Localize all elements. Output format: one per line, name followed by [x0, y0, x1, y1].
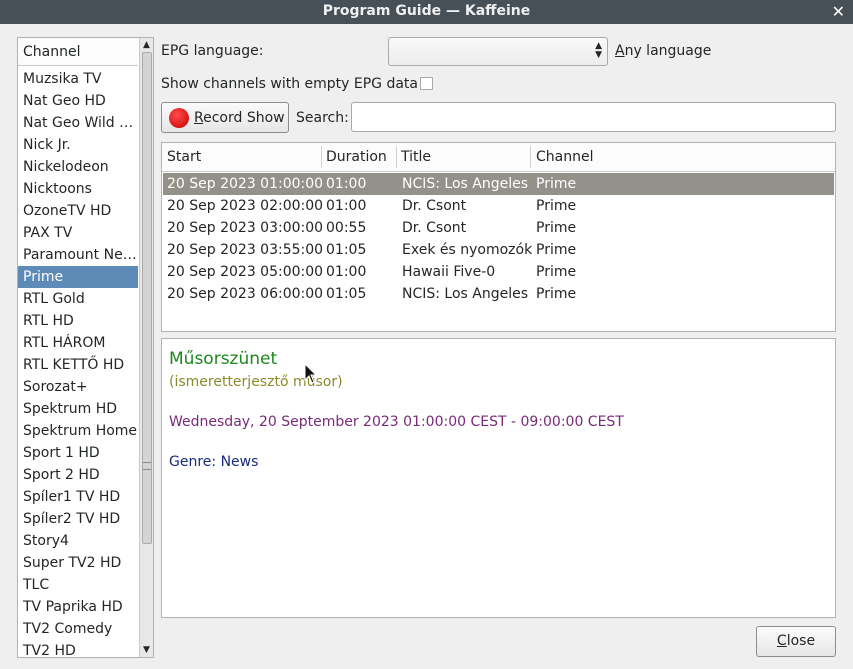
cell-start: 20 Sep 2023 03:00:00 [167, 220, 324, 236]
channel-item[interactable]: PAX TV [18, 222, 138, 244]
any-language-label: ny language [624, 43, 712, 59]
close-button[interactable]: Close [756, 626, 836, 657]
cell-start: 20 Sep 2023 03:55:00 [167, 242, 324, 258]
cell-channel: Prime [536, 176, 577, 192]
title-bar: Program Guide — Kaffeine ✕ [0, 0, 853, 24]
channel-item[interactable]: RTL HÁROM [18, 332, 138, 354]
cell-title: Dr. Csont [402, 198, 467, 214]
cell-duration: 01:00 [326, 176, 367, 192]
close-mnemonic: C [776, 633, 787, 649]
detail-title: Műsorszünet [169, 349, 278, 369]
channel-item[interactable]: TLC [18, 574, 138, 596]
cell-channel: Prime [536, 242, 577, 258]
mouse-cursor-icon [304, 363, 318, 384]
channel-column-header[interactable]: Channel [18, 38, 138, 66]
close-label: lose [786, 633, 816, 649]
detail-genre: Genre: News [169, 454, 259, 470]
cell-title: NCIS: Los Angeles [402, 176, 529, 192]
channel-item[interactable]: Story4 [18, 530, 138, 552]
channel-item[interactable]: Nick Jr. [18, 134, 138, 156]
cell-duration: 00:55 [326, 220, 367, 236]
channel-item[interactable]: Muzsika TV [18, 68, 138, 90]
cell-title: Exek és nyomozók [402, 242, 533, 258]
show-empty-checkbox[interactable] [420, 77, 433, 90]
column-title[interactable]: Title [401, 149, 431, 165]
search-label: Search: [296, 110, 349, 126]
channel-item[interactable]: Spíler1 TV HD [18, 486, 138, 508]
cell-title: Hawaii Five-0 [402, 264, 496, 280]
cell-channel: Prime [536, 220, 577, 236]
table-row[interactable]: 20 Sep 2023 06:00:00 01:05 NCIS: Los Angel… [163, 283, 834, 305]
cell-start: 20 Sep 2023 02:00:00 [167, 198, 324, 214]
channel-item[interactable]: RTL Gold [18, 288, 138, 310]
scroll-up-icon[interactable]: ▲ [143, 40, 150, 50]
channel-item[interactable]: RTL KETTŐ HD [18, 354, 138, 376]
window-title: Program Guide — Kaffeine [322, 3, 531, 19]
cell-channel: Prime [536, 264, 577, 280]
program-table: Start Duration Title Channel 20 Sep 2023… [161, 142, 836, 332]
channel-item[interactable]: Super TV2 HD [18, 552, 138, 574]
channel-item[interactable]: Nat Geo Wild HD [18, 112, 138, 134]
cell-duration: 01:00 [326, 198, 367, 214]
cell-start: 20 Sep 2023 06:00:00 [167, 286, 324, 302]
channel-list-panel: Channel Muzsika TV Nat Geo HD Nat Geo Wild… [17, 37, 154, 658]
cell-duration: 01:05 [326, 242, 367, 258]
cell-start: 20 Sep 2023 05:00:00 [167, 264, 324, 280]
any-language-button[interactable]: Any language [615, 43, 711, 59]
cell-title: Dr. Csont [402, 220, 467, 236]
detail-time: Wednesday, 20 September 2023 01:00:00 CE… [169, 414, 624, 430]
table-row[interactable]: 20 Sep 2023 03:55:00 01:05 Exek és nyomozó… [163, 239, 834, 261]
channel-item[interactable]: Prime [18, 266, 138, 288]
cell-start: 20 Sep 2023 01:00:00 [167, 176, 324, 192]
any-language-mnemonic: A [615, 43, 625, 59]
record-show-button[interactable]: Record Show [161, 102, 289, 133]
search-input[interactable] [351, 102, 836, 132]
channel-item[interactable]: Paramount Network [18, 244, 138, 266]
record-show-label: ecord Show [203, 109, 285, 126]
channel-item[interactable]: TV2 HD [18, 640, 138, 657]
channel-scrollbar[interactable]: ▲ ▼ [139, 38, 153, 657]
window-close-icon[interactable]: ✕ [832, 2, 845, 21]
channel-item[interactable]: Spektrum HD [18, 398, 138, 420]
epg-language-combo[interactable]: ▲ ▼ [388, 37, 608, 66]
scroll-down-icon[interactable]: ▼ [143, 645, 150, 655]
table-header: Start Duration Title Channel [162, 143, 835, 172]
cell-title: NCIS: Los Angeles [402, 286, 529, 302]
cell-channel: Prime [536, 198, 577, 214]
column-duration[interactable]: Duration [326, 149, 387, 165]
channel-item[interactable]: Spektrum Home [18, 420, 138, 442]
column-channel[interactable]: Channel [536, 149, 593, 165]
channel-item[interactable]: Nicktoons [18, 178, 138, 200]
channel-item[interactable]: Spíler2 TV HD [18, 508, 138, 530]
record-show-mnemonic: R [194, 109, 204, 126]
channel-item[interactable]: TV Paprika HD [18, 596, 138, 618]
spin-arrows-icon: ▲ ▼ [595, 41, 602, 60]
record-icon [169, 107, 189, 128]
program-details: Műsorszünet (ismeretterjesztő műsor) Wed… [161, 338, 836, 618]
channel-item[interactable]: Sport 1 HD [18, 442, 138, 464]
table-row[interactable]: 20 Sep 2023 05:00:00 01:00 Hawaii Five-0 Pr… [163, 261, 834, 283]
scrollbar-grip-icon [143, 462, 151, 470]
channel-item[interactable]: Nat Geo HD [18, 90, 138, 112]
table-row[interactable]: 20 Sep 2023 03:00:00 00:55 Dr. Csont Prime [163, 217, 834, 239]
epg-language-label: EPG language: [161, 43, 264, 59]
cell-duration: 01:00 [326, 264, 367, 280]
channel-item[interactable]: Sport 2 HD [18, 464, 138, 486]
table-row[interactable]: 20 Sep 2023 02:00:00 01:00 Dr. Csont Prime [163, 195, 834, 217]
channel-item[interactable]: TV2 Comedy [18, 618, 138, 640]
channel-list: Muzsika TV Nat Geo HD Nat Geo Wild HD Nick … [18, 68, 138, 657]
channel-item[interactable]: OzoneTV HD [18, 200, 138, 222]
channel-item[interactable]: Nickelodeon [18, 156, 138, 178]
table-row[interactable]: 20 Sep 2023 01:00:00 01:00 NCIS: Los Angel… [163, 173, 834, 195]
scrollbar-thumb[interactable] [142, 52, 152, 544]
channel-item[interactable]: RTL HD [18, 310, 138, 332]
cell-channel: Prime [536, 286, 577, 302]
show-empty-label: Show channels with empty EPG data [161, 76, 419, 92]
column-start[interactable]: Start [167, 149, 201, 165]
channel-item[interactable]: Sorozat+ [18, 376, 138, 398]
cell-duration: 01:05 [326, 286, 367, 302]
